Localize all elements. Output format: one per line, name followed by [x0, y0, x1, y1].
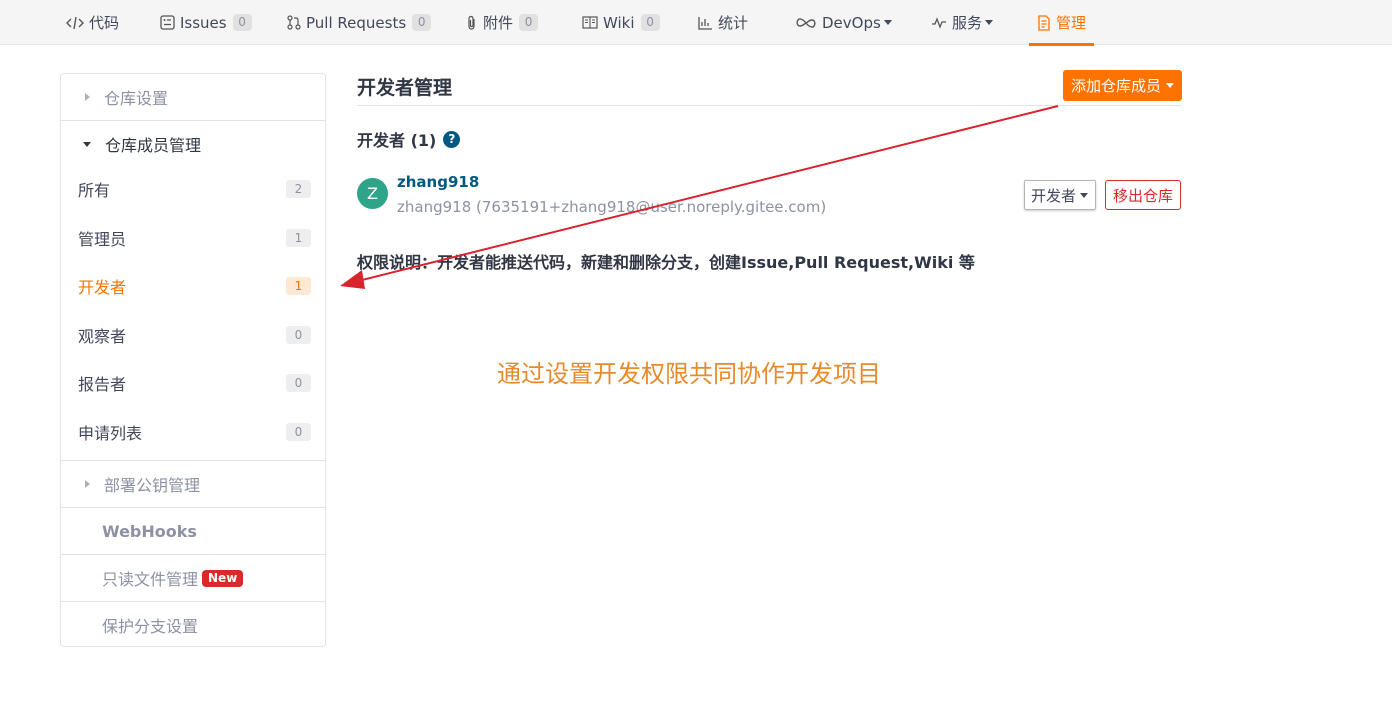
- tab-code[interactable]: 代码: [66, 0, 119, 45]
- sidebar-item-label: 申请列表: [78, 424, 143, 443]
- tab-services[interactable]: 服务: [931, 0, 994, 45]
- tab-label: Issues: [180, 13, 227, 32]
- tab-label: 附件: [483, 14, 514, 32]
- sidebar-item-developer[interactable]: 开发者 1: [61, 264, 325, 308]
- settings-sidebar: 仓库设置 仓库成员管理 所有 2 管理员 1 开发者 1 观察者 0 报告者 0…: [60, 73, 326, 647]
- caret-right-icon: [85, 480, 90, 488]
- tab-issues[interactable]: Issues 0: [160, 0, 252, 45]
- new-badge: New: [202, 569, 244, 587]
- settings-doc-icon: [1037, 14, 1051, 31]
- role-select-value: 开发者: [1031, 186, 1077, 205]
- tab-label: DevOps: [822, 13, 881, 32]
- tab-label: 服务: [952, 14, 983, 32]
- tab-label: 统计: [718, 14, 749, 32]
- chevron-down-icon: [1166, 83, 1174, 88]
- button-label: 添加仓库成员: [1070, 77, 1161, 95]
- tab-attachments[interactable]: 附件 0: [466, 0, 539, 45]
- sidebar-readonly-files[interactable]: 只读文件管理 New: [61, 555, 325, 601]
- sidebar-item-label: 保护分支设置: [102, 617, 199, 636]
- page-title: 开发者管理: [357, 77, 453, 99]
- tab-management[interactable]: 管理: [1028, 0, 1095, 46]
- paperclip-icon: [466, 15, 478, 31]
- count-badge: 0: [412, 14, 432, 31]
- caret-down-icon: [83, 141, 91, 147]
- tab-pull-requests[interactable]: Pull Requests 0: [287, 0, 432, 45]
- sidebar-section-label: 部署公钥管理: [104, 476, 201, 495]
- count-badge: 1: [286, 277, 311, 295]
- add-member-button[interactable]: 添加仓库成员: [1063, 70, 1182, 101]
- book-icon: [582, 16, 598, 29]
- issue-icon: [160, 15, 175, 30]
- tab-wiki[interactable]: Wiki 0: [582, 0, 660, 45]
- repo-nav-bar: 代码 Issues 0 Pull Requests 0 附件 0 Wiki 0 …: [0, 0, 1392, 46]
- sidebar-item-label: 报告者: [78, 375, 127, 394]
- tab-statistics[interactable]: 统计: [698, 0, 748, 45]
- count-badge: 0: [286, 374, 311, 392]
- bar-chart-icon: [698, 16, 713, 30]
- role-select[interactable]: 开发者: [1024, 180, 1096, 210]
- sidebar-item-label: 所有: [78, 181, 111, 200]
- remove-member-button[interactable]: 移出仓库: [1105, 180, 1181, 210]
- sidebar-repo-settings[interactable]: 仓库设置: [61, 74, 325, 120]
- sidebar-branch-protection[interactable]: 保护分支设置: [61, 602, 325, 648]
- count-badge: 0: [519, 14, 539, 31]
- help-icon[interactable]: ?: [443, 130, 461, 148]
- sidebar-deploy-keys[interactable]: 部署公钥管理: [61, 461, 325, 507]
- sidebar-item-applications[interactable]: 申请列表 0: [61, 410, 325, 454]
- count-badge: 2: [286, 180, 311, 198]
- avatar: Z: [357, 178, 388, 209]
- section-title-label: 开发者 (1): [357, 131, 437, 150]
- sidebar-webhooks[interactable]: WebHooks: [61, 508, 325, 554]
- chevron-down-icon: [883, 20, 892, 25]
- chevron-down-icon: [985, 20, 994, 25]
- sidebar-item-label: WebHooks: [102, 521, 197, 541]
- tab-label: Wiki: [603, 13, 635, 32]
- sidebar-item-admin[interactable]: 管理员 1: [61, 216, 325, 260]
- sidebar-section-label: 仓库成员管理: [105, 136, 202, 155]
- sidebar-item-label: 观察者: [78, 327, 127, 346]
- tab-label: 代码: [89, 14, 120, 32]
- sidebar-section-label: 仓库设置: [104, 89, 169, 108]
- count-badge: 1: [286, 229, 311, 247]
- code-icon: [66, 16, 84, 30]
- pull-request-icon: [287, 15, 301, 30]
- sidebar-item-label: 只读文件管理: [102, 570, 199, 589]
- tab-devops[interactable]: DevOps: [795, 0, 892, 45]
- sidebar-member-management[interactable]: 仓库成员管理: [61, 121, 325, 167]
- sidebar-item-label: 开发者: [78, 278, 127, 297]
- sidebar-item-reporter[interactable]: 报告者 0: [61, 361, 325, 405]
- divider: [357, 105, 1182, 106]
- sidebar-item-all[interactable]: 所有 2: [61, 167, 325, 211]
- annotation-text: 通过设置开发权限共同协作开发项目: [497, 360, 881, 388]
- count-badge: 0: [232, 14, 252, 31]
- member-name-link[interactable]: zhang918: [397, 173, 479, 191]
- tab-label: 管理: [1056, 14, 1087, 32]
- sidebar-item-label: 管理员: [78, 230, 127, 249]
- tab-label: Pull Requests: [306, 13, 407, 32]
- pulse-icon: [931, 16, 947, 29]
- count-badge: 0: [640, 14, 660, 31]
- member-email: zhang918 (7635191+zhang918@user.noreply.…: [397, 198, 827, 216]
- permission-description: 权限说明：开发者能推送代码，新建和删除分支，创建Issue,Pull Reque…: [357, 253, 975, 272]
- section-title: 开发者 (1) ?: [357, 127, 461, 151]
- infinity-icon: [795, 17, 817, 29]
- chevron-down-icon: [1080, 192, 1089, 198]
- count-badge: 0: [286, 423, 311, 441]
- sidebar-item-observer[interactable]: 观察者 0: [61, 313, 325, 357]
- caret-right-icon: [85, 93, 90, 101]
- count-badge: 0: [286, 326, 311, 344]
